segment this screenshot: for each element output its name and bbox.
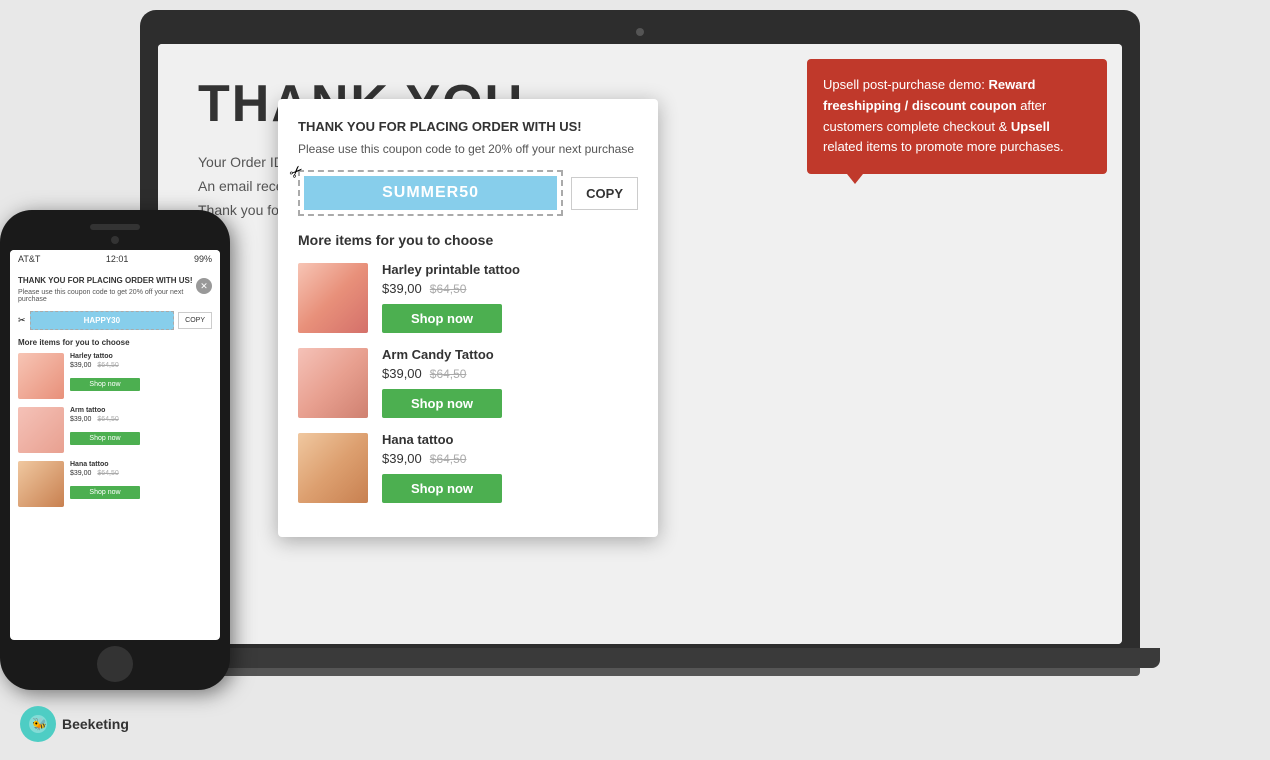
product-info-2: Arm Candy Tattoo $39,00 $64,50 Shop now: [382, 347, 638, 418]
product-item-2: Arm Candy Tattoo $39,00 $64,50 Shop now: [298, 347, 638, 418]
phone-camera: [111, 236, 119, 244]
screen-content: THANK YOU Your Order ID is: #2137 An ema…: [158, 44, 1122, 644]
phone-product-image-2: [18, 407, 64, 453]
phone-product-info-1: Harley tattoo $39,00 $64,50 Shop now: [70, 353, 212, 391]
shop-now-button-1[interactable]: Shop now: [382, 304, 502, 333]
phone-modal-title: THANK YOU FOR PLACING ORDER WITH US!: [18, 276, 212, 285]
product-info-1: Harley printable tattoo $39,00 $64,50 Sh…: [382, 262, 638, 333]
phone-product-2: Arm tattoo $39,00 $64,50 Shop now: [18, 407, 212, 453]
price-original-2: $64,50: [430, 367, 467, 381]
phone-product-image-3: [18, 461, 64, 507]
coupon-area: ✂ SUMMER50 COPY: [298, 170, 638, 216]
phone-price-original-3: $64,50: [97, 470, 118, 477]
product-image-1: [298, 263, 368, 333]
phone-time: 12:01: [106, 254, 129, 264]
phone-coupon-area: ✂ HAPPY30 COPY: [18, 311, 212, 330]
phone-product-info-2: Arm tattoo $39,00 $64,50 Shop now: [70, 407, 212, 445]
phone-content: ✕ THANK YOU FOR PLACING ORDER WITH US! P…: [10, 268, 220, 634]
product-prices-2: $39,00 $64,50: [382, 366, 638, 381]
product-image-2: [298, 348, 368, 418]
tooltip-text-before: Upsell post-purchase demo:: [823, 77, 988, 92]
shop-now-button-2[interactable]: Shop now: [382, 389, 502, 418]
product-info-3: Hana tattoo $39,00 $64,50 Shop now: [382, 432, 638, 503]
phone-product-3: Hana tattoo $39,00 $64,50 Shop now: [18, 461, 212, 507]
product-image-3: [298, 433, 368, 503]
phone-status-bar: AT&T 12:01 99%: [10, 250, 220, 268]
modal-subtitle: Please use this coupon code to get 20% o…: [298, 142, 638, 156]
phone-copy-button[interactable]: COPY: [178, 312, 212, 329]
phone-product-image-1: [18, 353, 64, 399]
phone-speaker: [90, 224, 140, 230]
tooltip-bold-2: Upsell: [1011, 119, 1050, 134]
more-items-title: More items for you to choose: [298, 232, 638, 248]
laptop-base: [120, 648, 1160, 668]
phone-price-current-1: $39,00: [70, 362, 91, 369]
logo-icon: 🐝: [20, 706, 56, 742]
price-original-3: $64,50: [430, 452, 467, 466]
laptop: THANK YOU Your Order ID is: #2137 An ema…: [140, 10, 1190, 710]
phone-price-original-1: $64,50: [97, 362, 118, 369]
tooltip-box: Upsell post-purchase demo: Reward freesh…: [807, 59, 1107, 174]
product-name-1: Harley printable tattoo: [382, 262, 638, 277]
phone-product-prices-3: $39,00 $64,50: [70, 470, 212, 477]
phone-product-name-3: Hana tattoo: [70, 461, 212, 468]
phone-coupon-code: HAPPY30: [30, 311, 175, 330]
phone-product-1: Harley tattoo $39,00 $64,50 Shop now: [18, 353, 212, 399]
product-name-2: Arm Candy Tattoo: [382, 347, 638, 362]
phone-product-prices-1: $39,00 $64,50: [70, 362, 212, 369]
phone-home-button[interactable]: [97, 646, 133, 682]
svg-text:🐝: 🐝: [32, 717, 47, 731]
price-current-3: $39,00: [382, 451, 422, 466]
product-name-3: Hana tattoo: [382, 432, 638, 447]
phone-modal-subtitle: Please use this coupon code to get 20% o…: [18, 289, 212, 303]
tooltip-text-after: related items to promote more purchases.: [823, 139, 1064, 154]
phone-price-current-2: $39,00: [70, 416, 91, 423]
laptop-screen: THANK YOU Your Order ID is: #2137 An ema…: [158, 44, 1122, 644]
price-current-1: $39,00: [382, 281, 422, 296]
beeketing-logo-svg: 🐝: [28, 714, 48, 734]
phone-product-prices-2: $39,00 $64,50: [70, 416, 212, 423]
shop-now-button-3[interactable]: Shop now: [382, 474, 502, 503]
phone-price-current-3: $39,00: [70, 470, 91, 477]
modal-overlay: THANK YOU FOR PLACING ORDER WITH US! Ple…: [278, 99, 658, 537]
laptop-body: THANK YOU Your Order ID is: #2137 An ema…: [140, 10, 1140, 650]
logo-text: Beeketing: [62, 716, 129, 732]
phone-more-title: More items for you to choose: [18, 338, 212, 347]
phone-shop-button-3[interactable]: Shop now: [70, 486, 140, 499]
copy-button[interactable]: COPY: [571, 177, 638, 210]
product-prices-3: $39,00 $64,50: [382, 451, 638, 466]
laptop-camera: [636, 28, 644, 36]
phone-screen: AT&T 12:01 99% ✕ THANK YOU FOR PLACING O…: [10, 250, 220, 640]
product-prices-1: $39,00 $64,50: [382, 281, 638, 296]
product-item-3: Hana tattoo $39,00 $64,50 Shop now: [298, 432, 638, 503]
phone-carrier: AT&T: [18, 254, 40, 264]
coupon-code-display: SUMMER50: [304, 176, 557, 210]
product-item-1: Harley printable tattoo $39,00 $64,50 Sh…: [298, 262, 638, 333]
price-current-2: $39,00: [382, 366, 422, 381]
phone-scissors-icon: ✂: [18, 315, 26, 326]
phone: AT&T 12:01 99% ✕ THANK YOU FOR PLACING O…: [0, 210, 230, 690]
modal-title: THANK YOU FOR PLACING ORDER WITH US!: [298, 119, 638, 134]
price-original-1: $64,50: [430, 282, 467, 296]
phone-shop-button-1[interactable]: Shop now: [70, 378, 140, 391]
phone-price-original-2: $64,50: [97, 416, 118, 423]
phone-close-button[interactable]: ✕: [196, 278, 212, 294]
phone-product-info-3: Hana tattoo $39,00 $64,50 Shop now: [70, 461, 212, 499]
phone-product-name-2: Arm tattoo: [70, 407, 212, 414]
beeketing-logo: 🐝 Beeketing: [20, 706, 129, 742]
phone-product-name-1: Harley tattoo: [70, 353, 212, 360]
phone-battery: 99%: [194, 254, 212, 264]
laptop-foot: [140, 668, 1140, 676]
coupon-code-box: SUMMER50: [298, 170, 563, 216]
phone-shop-button-2[interactable]: Shop now: [70, 432, 140, 445]
